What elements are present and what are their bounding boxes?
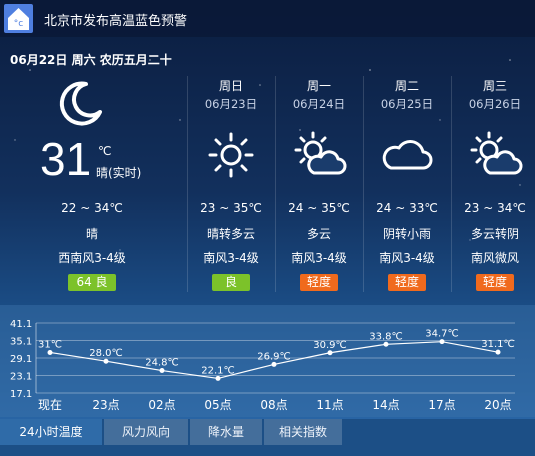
data-point bbox=[383, 341, 389, 347]
x-tick-label: 02点 bbox=[148, 398, 175, 412]
y-tick-label: 29.1 bbox=[10, 354, 32, 365]
x-tick-label: 05点 bbox=[204, 398, 231, 412]
forecast-temp-range: 24 ~ 35℃ bbox=[288, 201, 350, 215]
current-temperature: 31 bbox=[40, 133, 92, 185]
y-tick-label: 23.1 bbox=[10, 372, 32, 383]
forecast-date: 06月26日 bbox=[468, 97, 522, 111]
forecast-aqi-badge[interactable]: 良 bbox=[212, 274, 250, 291]
thermometer-celsius-icon: °c bbox=[4, 4, 33, 33]
data-point bbox=[327, 350, 333, 356]
data-label: 31.1℃ bbox=[481, 339, 515, 350]
data-point bbox=[103, 358, 109, 364]
crescent-moon-icon bbox=[56, 78, 106, 132]
x-tick-label: 11点 bbox=[316, 398, 343, 412]
data-label: 26.9℃ bbox=[257, 351, 291, 362]
hourly-temperature-chart: 41.1 35.1 29.1 23.1 17.1 31℃ 现在 28.0℃ 23点 24.8℃ 02… bbox=[10, 319, 515, 412]
forecast-date: 06月24日 bbox=[292, 97, 346, 111]
alert-bar[interactable]: °c 北京市发布高温蓝色预警 bbox=[0, 0, 535, 37]
tab-related-indices[interactable]: 相关指数 bbox=[264, 419, 342, 445]
forecast-temp-range: 23 ~ 34℃ bbox=[464, 201, 526, 215]
data-point bbox=[439, 339, 445, 345]
forecast-aqi-badge[interactable]: 轻度 bbox=[388, 274, 426, 291]
forecast-aqi-badge[interactable]: 轻度 bbox=[300, 274, 338, 291]
forecast-weather: 多云 bbox=[306, 227, 331, 241]
forecast-wind: 南风3-4级 bbox=[203, 251, 259, 265]
tab-24h-temperature[interactable]: 24小时温度 bbox=[0, 419, 102, 445]
current-aqi-badge[interactable]: 64 良 bbox=[68, 274, 116, 291]
data-point bbox=[271, 361, 277, 367]
data-point bbox=[215, 375, 221, 381]
x-tick-label: 23点 bbox=[92, 398, 119, 412]
aqi-value: 64 bbox=[76, 275, 92, 289]
aqi-level: 良 bbox=[95, 275, 108, 289]
data-point bbox=[47, 349, 53, 355]
forecast-weather: 晴转多云 bbox=[206, 227, 255, 241]
forecast-day-name: 周一 bbox=[306, 79, 331, 93]
x-tick-label: 08点 bbox=[260, 398, 287, 412]
data-label: 24.8℃ bbox=[145, 358, 179, 369]
x-tick-label: 17点 bbox=[428, 398, 455, 412]
y-tick-label: 35.1 bbox=[10, 337, 32, 348]
data-label: 33.8℃ bbox=[369, 331, 403, 342]
current-condition-label: 晴(实时) bbox=[96, 166, 142, 180]
data-point bbox=[159, 368, 165, 374]
forecast-weather: 多云转阴 bbox=[470, 227, 519, 241]
x-tick-label: 20点 bbox=[484, 398, 511, 412]
sun-icon bbox=[208, 132, 254, 178]
forecast-aqi-badge[interactable]: 轻度 bbox=[476, 274, 514, 291]
chart-tab-bar: 24小时温度 风力风向 降水量 相关指数 bbox=[0, 419, 535, 456]
alert-text[interactable]: 北京市发布高温蓝色预警 bbox=[44, 10, 187, 29]
forecast-date: 06月23日 bbox=[204, 97, 258, 111]
temperature-unit: ℃ bbox=[98, 144, 112, 158]
data-label: 31℃ bbox=[38, 339, 62, 350]
data-label: 30.9℃ bbox=[313, 340, 347, 351]
svg-text:°c: °c bbox=[14, 19, 24, 29]
cloud-icon bbox=[382, 140, 433, 170]
data-label: 28.0℃ bbox=[89, 348, 123, 359]
x-tick-label: 14点 bbox=[372, 398, 399, 412]
forecast-day-name: 周二 bbox=[394, 79, 419, 93]
current-date-line: 06月22日 周六 农历五月二十 bbox=[10, 53, 172, 67]
forecast-day-name: 周三 bbox=[482, 79, 507, 93]
forecast-weather: 阴转小雨 bbox=[382, 227, 431, 241]
forecast-wind: 南风3-4级 bbox=[379, 251, 435, 265]
tab-precipitation[interactable]: 降水量 bbox=[190, 419, 262, 445]
forecast-temp-range: 24 ~ 33℃ bbox=[376, 201, 438, 215]
current-weather: 晴 bbox=[85, 227, 98, 241]
partly-cloudy-icon bbox=[294, 131, 347, 175]
partly-cloudy-icon bbox=[470, 131, 523, 175]
current-temp-range: 22 ~ 34℃ bbox=[61, 201, 123, 215]
y-tick-label: 41.1 bbox=[10, 319, 32, 330]
forecast-date: 06月25日 bbox=[380, 97, 434, 111]
data-label: 22.1℃ bbox=[201, 365, 235, 376]
forecast-wind: 南风微风 bbox=[470, 251, 519, 265]
y-tick-label: 17.1 bbox=[10, 389, 32, 400]
forecast-wind: 南风3-4级 bbox=[291, 251, 347, 265]
data-point bbox=[495, 349, 501, 355]
x-tick-label: 现在 bbox=[38, 398, 62, 412]
forecast-day-name: 周日 bbox=[218, 79, 243, 93]
current-wind: 西南风3-4级 bbox=[58, 251, 126, 265]
tab-wind[interactable]: 风力风向 bbox=[104, 419, 188, 445]
data-label: 34.7℃ bbox=[425, 329, 459, 340]
forecast-temp-range: 23 ~ 35℃ bbox=[200, 201, 262, 215]
